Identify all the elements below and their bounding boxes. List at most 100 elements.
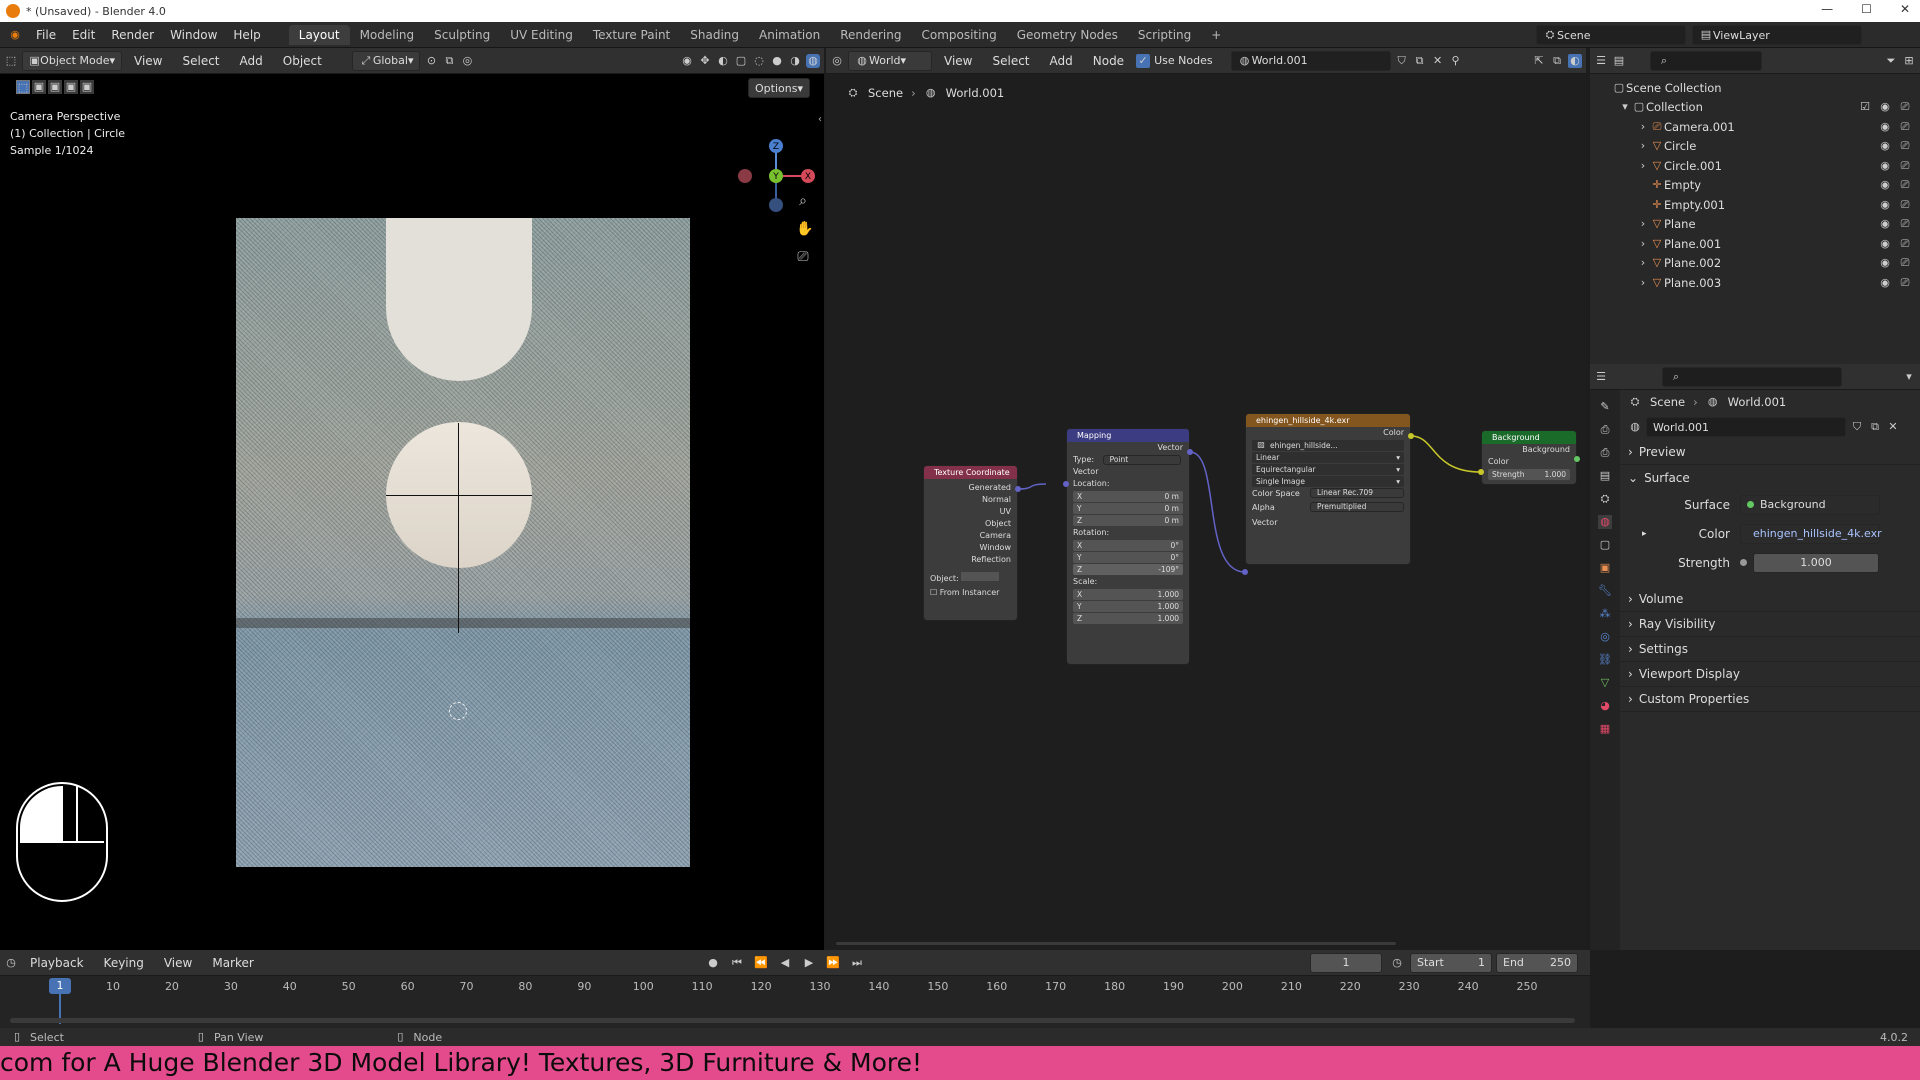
from-instancer-checkbox[interactable]: ☐ From Instancer <box>924 587 1017 599</box>
constraint-tab-icon[interactable]: ⛓ <box>1598 653 1612 667</box>
panel-custom-properties[interactable]: › Custom Properties <box>1620 687 1920 712</box>
tab-compositing[interactable]: Compositing <box>911 25 1006 45</box>
node-menu-view[interactable]: View <box>936 54 980 68</box>
visibility-icon[interactable]: ◉ <box>680 54 694 68</box>
new-collection-icon[interactable]: ⊞ <box>1902 54 1916 68</box>
background-node[interactable]: Background Background Color Strength 1.00… <box>1481 430 1577 485</box>
tool-tab-icon[interactable]: ✎ <box>1598 400 1612 414</box>
snap-icon[interactable]: ⧉ <box>442 54 456 68</box>
tab-modeling[interactable]: Modeling <box>350 25 425 45</box>
xray-icon[interactable]: ▢ <box>734 54 748 68</box>
3d-viewport[interactable]: ⬚ ▣ ▣ ▣ ▣ Options ▾ Camera Perspective (… <box>0 74 824 950</box>
play-reverse-icon[interactable]: ◀ <box>778 956 792 970</box>
background-color-in-socket[interactable] <box>1478 469 1484 475</box>
jump-start-icon[interactable]: ⏮ <box>730 956 744 970</box>
checkbox-icon[interactable]: ☑ <box>1858 100 1872 114</box>
pan-hand-icon[interactable]: ✋ <box>796 222 813 236</box>
scene-selector[interactable]: ⛭ Scene <box>1536 25 1686 45</box>
tab-uv-editing[interactable]: UV Editing <box>500 25 583 45</box>
eye-icon[interactable]: ◉ <box>1878 100 1892 114</box>
viewport-menu-add[interactable]: Add <box>232 54 271 68</box>
pin-icon[interactable]: ⚲ <box>1449 54 1463 68</box>
scale-y[interactable]: Y 1.000 <box>1073 601 1183 612</box>
interpolation-dropdown[interactable]: Linear ▾ <box>1252 452 1404 463</box>
outliner-item[interactable]: › ▽ Circle ◉ ⎚ <box>1590 137 1920 157</box>
start-frame-field[interactable]: Start 1 <box>1410 952 1492 973</box>
outliner-item[interactable]: › ⎚ Camera.001 ◉ ⎚ <box>1590 117 1920 137</box>
outliner-item[interactable]: › ▽ Plane ◉ ⎚ <box>1590 215 1920 235</box>
parent-node-icon[interactable]: ⇱ <box>1532 54 1546 68</box>
zoom-icon[interactable]: ⌕ <box>796 194 810 208</box>
menu-edit[interactable]: Edit <box>64 28 103 42</box>
camera-render-icon[interactable]: ⎚ <box>1898 139 1912 153</box>
outliner-editor-icon[interactable]: ☰ <box>1594 54 1608 68</box>
camera-render-icon[interactable]: ⎚ <box>1898 178 1912 192</box>
panel-settings[interactable]: › Settings <box>1620 637 1920 662</box>
camera-render-icon[interactable]: ⎚ <box>1898 217 1912 231</box>
use-nodes-checkbox[interactable]: ✓ <box>1136 53 1151 68</box>
select-mode-extend-icon[interactable]: ▣ <box>48 80 62 94</box>
outliner-item[interactable]: › ▽ Circle.001 ◉ ⎚ <box>1590 156 1920 176</box>
outliner-search-input[interactable]: ⌕ <box>1650 50 1762 71</box>
node-menu-add[interactable]: Add <box>1042 54 1081 68</box>
projection-dropdown[interactable]: Equirectangular ▾ <box>1252 464 1404 475</box>
tab-animation[interactable]: Animation <box>749 25 830 45</box>
gizmo-neg-x-axis[interactable] <box>738 169 752 183</box>
panel-viewport-display[interactable]: › Viewport Display <box>1620 662 1920 687</box>
render-tab-icon[interactable]: ⎙ <box>1598 423 1612 437</box>
current-frame-field[interactable]: 1 <box>1310 952 1382 973</box>
camera-render-icon[interactable]: ⎚ <box>1898 256 1912 270</box>
color-input-field[interactable]: ehingen_hillside_4k.exr <box>1740 523 1882 544</box>
object-tab-icon[interactable]: ▣ <box>1598 561 1612 575</box>
mapping-vector-out-socket[interactable] <box>1187 449 1193 455</box>
node-editor-type-icon[interactable]: ◎ <box>830 54 844 68</box>
rotation-y[interactable]: Y 0° <box>1073 552 1183 563</box>
camera-render-icon[interactable]: ⎚ <box>1898 237 1912 251</box>
alpha-dropdown[interactable]: Premultiplied <box>1310 502 1404 512</box>
world-tab-icon[interactable]: ◍ <box>1598 515 1612 529</box>
maximize-button[interactable]: ☐ <box>1861 2 1872 16</box>
node-editor-canvas[interactable]: ⛭ Scene › ◍ World.001 Texture Coordinate… <box>826 74 1586 950</box>
source-dropdown[interactable]: Single Image ▾ <box>1252 476 1404 487</box>
close-button[interactable]: ✕ <box>1900 2 1910 16</box>
world-datablock-field[interactable]: ◍ World.001 <box>1230 50 1391 71</box>
view-layer-tab-icon[interactable]: ▤ <box>1598 469 1612 483</box>
menu-help[interactable]: Help <box>225 28 268 42</box>
viewport-menu-object[interactable]: Object <box>275 54 330 68</box>
navigation-gizmo[interactable]: Z Y X <box>730 104 820 264</box>
location-x[interactable]: X0 m <box>1073 491 1183 502</box>
minimize-button[interactable]: — <box>1821 2 1833 16</box>
node-menu-node[interactable]: Node <box>1085 54 1132 68</box>
camera-render-icon[interactable]: ⎚ <box>1898 100 1912 114</box>
texture-tab-icon[interactable]: ▦ <box>1598 722 1612 736</box>
timer-icon[interactable]: ◷ <box>1390 956 1404 970</box>
envtex-color-out-socket[interactable] <box>1408 433 1414 439</box>
output-tab-icon[interactable]: ⎙ <box>1598 446 1612 460</box>
properties-search-input[interactable]: ⌕ <box>1662 366 1842 387</box>
modifier-tab-icon[interactable]: 🔧︎ <box>1598 584 1612 598</box>
add-workspace-button[interactable]: + <box>1201 25 1231 45</box>
menu-file[interactable]: File <box>28 28 64 42</box>
object-field[interactable]: Object: <box>924 572 1017 584</box>
mapping-node[interactable]: Mapping Vector Type: Point Vector Locati… <box>1066 428 1190 665</box>
eye-icon[interactable]: ◉ <box>1878 120 1892 134</box>
menu-render[interactable]: Render <box>103 28 162 42</box>
timeline-editor-icon[interactable]: ◷ <box>4 956 18 970</box>
transform-orientation-dropdown[interactable]: ⤢ Global ▾ <box>351 50 421 71</box>
camera-render-icon[interactable]: ⎚ <box>1898 120 1912 134</box>
background-strength-field[interactable]: Strength 1.000 <box>1488 469 1570 480</box>
properties-options-icon[interactable]: ▾ <box>1902 370 1916 384</box>
viewport-menu-view[interactable]: View <box>126 54 170 68</box>
tab-sculpting[interactable]: Sculpting <box>424 25 500 45</box>
tab-rendering[interactable]: Rendering <box>830 25 911 45</box>
expand-arrow-icon[interactable]: ▸ <box>1642 529 1647 539</box>
timeline-area[interactable]: 1102030405060708090100110120130140150160… <box>0 976 1590 1028</box>
play-icon[interactable]: ▶ <box>802 956 816 970</box>
jump-end-icon[interactable]: ⏭ <box>850 956 864 970</box>
data-tab-icon[interactable]: ▽ <box>1598 676 1612 690</box>
collection-row[interactable]: ▾ ▢ Collection ☑ ◉ ⎚ <box>1590 98 1920 118</box>
tab-shading[interactable]: Shading <box>680 25 749 45</box>
rotation-x[interactable]: X 0° <box>1073 540 1183 551</box>
node-overlay-icon[interactable]: ◐ <box>1568 53 1582 68</box>
camera-view-icon[interactable]: ⎚ <box>796 250 810 264</box>
